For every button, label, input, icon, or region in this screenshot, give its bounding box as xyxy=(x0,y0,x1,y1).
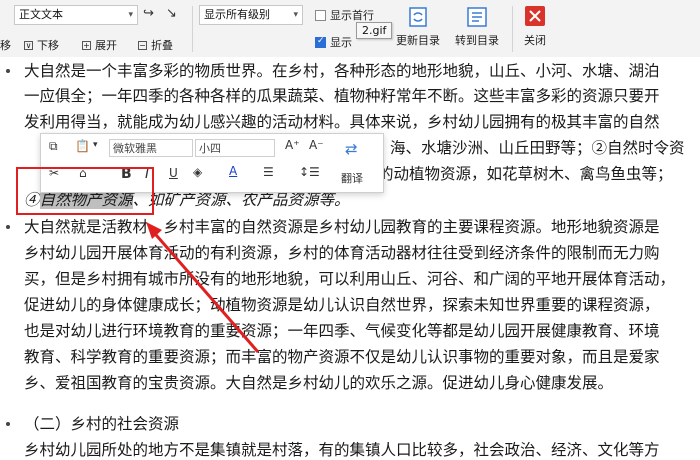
arrow-annotation xyxy=(146,222,260,353)
